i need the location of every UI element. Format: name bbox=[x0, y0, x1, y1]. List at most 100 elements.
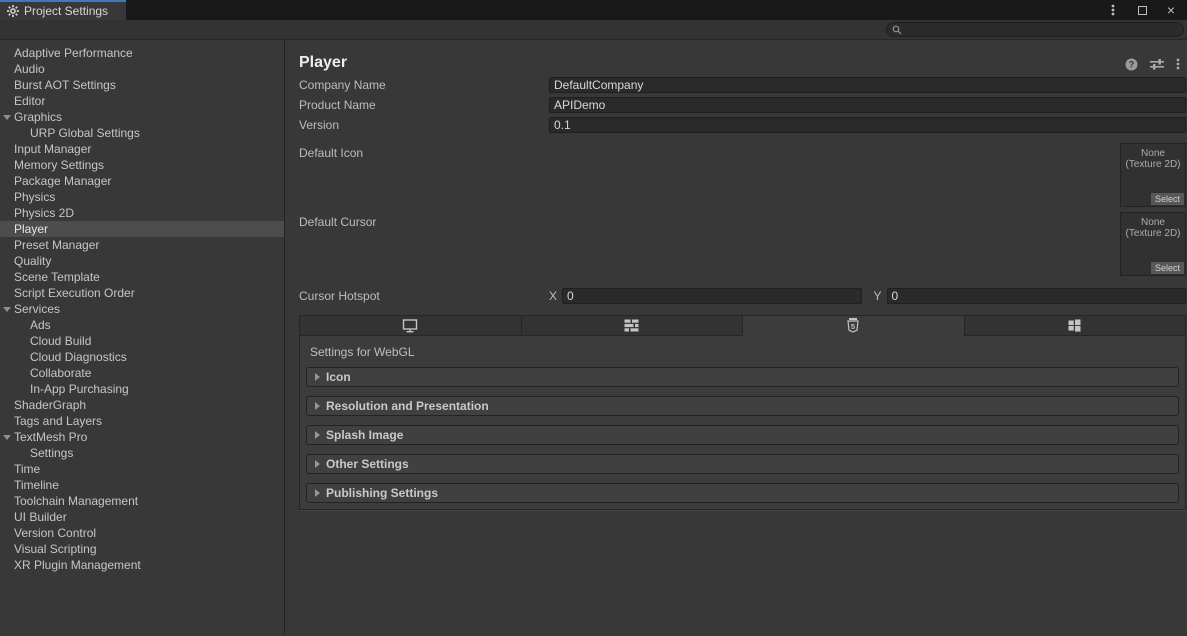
sidebar-item[interactable]: UI Builder bbox=[0, 509, 284, 525]
sidebar-item[interactable]: Quality bbox=[0, 253, 284, 269]
section-title: Icon bbox=[326, 370, 351, 384]
kebab-menu-icon[interactable] bbox=[1176, 57, 1180, 71]
sidebar-item[interactable]: Settings bbox=[0, 445, 284, 461]
platform-tab-dedicated-server[interactable] bbox=[521, 315, 743, 336]
version-input[interactable] bbox=[549, 117, 1186, 133]
version-label: Version bbox=[299, 118, 549, 132]
sidebar-item[interactable]: Time bbox=[0, 461, 284, 477]
window-titlebar: Project Settings × bbox=[0, 0, 1187, 20]
sidebar-item-label: Package Manager bbox=[14, 174, 111, 188]
company-name-input[interactable] bbox=[549, 77, 1186, 93]
svg-text:5: 5 bbox=[851, 322, 855, 331]
sidebar-item[interactable]: Burst AOT Settings bbox=[0, 77, 284, 93]
settings-section-header[interactable]: Icon bbox=[306, 367, 1179, 387]
sidebar-item-label: Services bbox=[14, 302, 60, 316]
sidebar-item[interactable]: Version Control bbox=[0, 525, 284, 541]
sidebar-item[interactable]: Tags and Layers bbox=[0, 413, 284, 429]
sidebar-item[interactable]: Services bbox=[0, 301, 284, 317]
foldout-arrow-icon bbox=[315, 460, 320, 468]
default-icon-select-button[interactable]: Select bbox=[1151, 193, 1184, 205]
webgl-settings-panel: Settings for WebGL Icon Resolution and P… bbox=[299, 336, 1186, 510]
sidebar-item-label: XR Plugin Management bbox=[14, 558, 141, 572]
project-settings-tab[interactable]: Project Settings bbox=[0, 0, 126, 20]
sidebar-item-label: Timeline bbox=[14, 478, 59, 492]
maximize-icon[interactable] bbox=[1135, 3, 1149, 17]
default-cursor-object-field[interactable]: None (Texture 2D) Select bbox=[1120, 212, 1186, 276]
sidebar-item[interactable]: Graphics bbox=[0, 109, 284, 125]
default-icon-object-field[interactable]: None (Texture 2D) Select bbox=[1120, 143, 1186, 207]
sidebar-item-label: UI Builder bbox=[14, 510, 67, 524]
version-row: Version bbox=[299, 115, 1186, 135]
default-cursor-type-label: (Texture 2D) bbox=[1121, 228, 1185, 239]
foldout-arrow-icon bbox=[3, 307, 11, 312]
sidebar-item[interactable]: TextMesh Pro bbox=[0, 429, 284, 445]
sidebar-item[interactable]: Package Manager bbox=[0, 173, 284, 189]
section-title: Publishing Settings bbox=[326, 486, 438, 500]
svg-text:?: ? bbox=[1129, 59, 1135, 69]
sidebar-item[interactable]: Editor bbox=[0, 93, 284, 109]
platform-tab-webgl[interactable]: 5 bbox=[742, 315, 964, 336]
sidebar-item[interactable]: Ads bbox=[0, 317, 284, 333]
company-name-row: Company Name bbox=[299, 75, 1186, 95]
sidebar-item[interactable]: Physics bbox=[0, 189, 284, 205]
search-box[interactable] bbox=[886, 22, 1184, 37]
settings-section-header[interactable]: Splash Image bbox=[306, 425, 1179, 445]
section-title: Splash Image bbox=[326, 428, 403, 442]
sidebar-item[interactable]: Audio bbox=[0, 61, 284, 77]
sidebar-item[interactable]: Cloud Build bbox=[0, 333, 284, 349]
default-icon-none-label: None bbox=[1121, 148, 1185, 159]
sidebar-item-label: Script Execution Order bbox=[14, 286, 135, 300]
sidebar-item[interactable]: Adaptive Performance bbox=[0, 45, 284, 61]
presets-icon[interactable] bbox=[1150, 58, 1164, 70]
sidebar-item[interactable]: In-App Purchasing bbox=[0, 381, 284, 397]
sidebar-item[interactable]: XR Plugin Management bbox=[0, 557, 284, 573]
sidebar-item[interactable]: Cloud Diagnostics bbox=[0, 349, 284, 365]
settings-section-header[interactable]: Publishing Settings bbox=[306, 483, 1179, 503]
cursor-hotspot-row: Cursor Hotspot X Y bbox=[299, 286, 1186, 306]
product-name-input[interactable] bbox=[549, 97, 1186, 113]
sidebar-item[interactable]: Toolchain Management bbox=[0, 493, 284, 509]
sidebar-item[interactable]: Timeline bbox=[0, 477, 284, 493]
default-cursor-select-button[interactable]: Select bbox=[1151, 262, 1184, 274]
default-icon-type-label: (Texture 2D) bbox=[1121, 159, 1185, 170]
sidebar-item-label: Collaborate bbox=[30, 366, 91, 380]
sidebar-item[interactable]: Memory Settings bbox=[0, 157, 284, 173]
sidebar-item-label: Tags and Layers bbox=[14, 414, 102, 428]
sidebar-item-label: Input Manager bbox=[14, 142, 91, 156]
foldout-arrow-icon bbox=[315, 489, 320, 497]
sidebar-item[interactable]: Physics 2D bbox=[0, 205, 284, 221]
page-title: Player bbox=[299, 53, 347, 73]
settings-category-list: Adaptive Performance Audio Burst AOT Set… bbox=[0, 40, 285, 635]
default-cursor-none-label: None bbox=[1121, 217, 1185, 228]
search-input[interactable] bbox=[902, 24, 1183, 36]
sidebar-item[interactable]: Input Manager bbox=[0, 141, 284, 157]
toolbar bbox=[0, 20, 1187, 40]
dedicated-server-icon bbox=[624, 319, 639, 332]
settings-for-label: Settings for WebGL bbox=[300, 336, 1185, 359]
hotspot-x-input[interactable] bbox=[562, 288, 861, 304]
hotspot-x-label: X bbox=[549, 289, 562, 303]
default-cursor-row: Default Cursor None (Texture 2D) Select bbox=[299, 212, 1186, 281]
close-icon[interactable]: × bbox=[1164, 3, 1178, 17]
sidebar-item[interactable]: URP Global Settings bbox=[0, 125, 284, 141]
hotspot-y-input[interactable] bbox=[887, 288, 1186, 304]
foldout-arrow-icon bbox=[3, 115, 11, 120]
sidebar-item-label: Cloud Build bbox=[30, 334, 91, 348]
sidebar-item[interactable]: Scene Template bbox=[0, 269, 284, 285]
settings-section-header[interactable]: Resolution and Presentation bbox=[306, 396, 1179, 416]
sidebar-item[interactable]: Preset Manager bbox=[0, 237, 284, 253]
platform-tab-desktop[interactable] bbox=[299, 315, 521, 336]
html5-webgl-icon: 5 bbox=[847, 318, 859, 333]
sidebar-item-label: Settings bbox=[30, 446, 73, 460]
settings-section-header[interactable]: Other Settings bbox=[306, 454, 1179, 474]
foldout-arrow-icon bbox=[315, 373, 320, 381]
platform-tab-windows[interactable] bbox=[964, 315, 1187, 336]
help-icon[interactable]: ? bbox=[1125, 58, 1138, 71]
sidebar-item[interactable]: Player bbox=[0, 221, 284, 237]
sidebar-item[interactable]: Collaborate bbox=[0, 365, 284, 381]
sidebar-item-label: Memory Settings bbox=[14, 158, 104, 172]
sidebar-item[interactable]: Script Execution Order bbox=[0, 285, 284, 301]
sidebar-item[interactable]: Visual Scripting bbox=[0, 541, 284, 557]
sidebar-item[interactable]: ShaderGraph bbox=[0, 397, 284, 413]
kebab-menu-icon[interactable] bbox=[1106, 3, 1120, 17]
